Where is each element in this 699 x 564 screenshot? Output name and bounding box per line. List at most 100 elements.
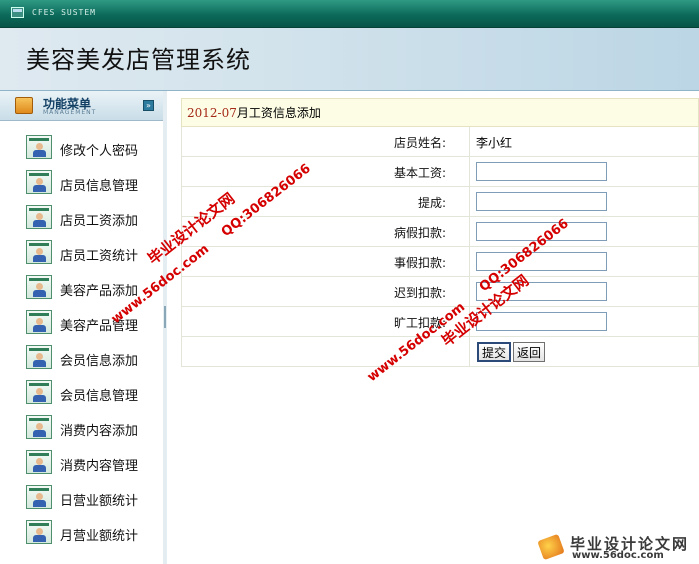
- user-face-icon: [36, 388, 43, 395]
- sidebar-item[interactable]: 会员信息管理: [0, 376, 163, 411]
- form-row-sick-leave: 病假扣款:: [182, 217, 698, 247]
- form-row-late: 迟到扣款:: [182, 277, 698, 307]
- sidebar-item[interactable]: 日营业额统计: [0, 481, 163, 516]
- field-label-sick-leave: 病假扣款:: [393, 226, 446, 240]
- user-body-icon: [33, 220, 46, 227]
- sidebar-item-label: 美容产品添加: [60, 284, 139, 299]
- user-card-icon: [26, 520, 52, 544]
- user-body-icon: [33, 465, 46, 472]
- commission-input[interactable]: [476, 192, 607, 211]
- late-deduction-input[interactable]: [476, 282, 607, 301]
- user-card-icon: [26, 135, 52, 159]
- sidebar-splitter[interactable]: [163, 91, 167, 564]
- footer-logo: 毕业设计论文网 www.56doc.com: [537, 531, 699, 564]
- user-body-icon: [33, 290, 46, 297]
- cell-divider: [469, 337, 470, 366]
- user-body-icon: [33, 325, 46, 332]
- user-card-icon: [26, 170, 52, 194]
- user-body-icon: [33, 360, 46, 367]
- user-card-icon: [26, 205, 52, 229]
- personal-leave-deduction-input[interactable]: [476, 252, 607, 271]
- user-face-icon: [36, 213, 43, 220]
- user-face-icon: [36, 458, 43, 465]
- field-label-commission: 提成:: [417, 196, 446, 210]
- user-body-icon: [33, 535, 46, 542]
- form-row-commission: 提成:: [182, 187, 698, 217]
- field-label-base-salary: 基本工资:: [393, 166, 446, 180]
- menu-subtitle: MANAGEMENT: [43, 109, 97, 116]
- cell-divider: [469, 307, 470, 336]
- sidebar-item-label: 会员信息管理: [60, 389, 139, 404]
- form-row-personal-leave: 事假扣款:: [182, 247, 698, 277]
- sidebar-item-label: 月营业额统计: [60, 529, 139, 544]
- sidebar-item-label: 消费内容管理: [60, 459, 139, 474]
- form-row-base-salary: 基本工资:: [182, 157, 698, 187]
- main-content: 2012-07月工资信息添加 店员姓名: 李小红 基本工资: 提成: 病假扣款:…: [181, 98, 699, 367]
- sidebar-item[interactable]: 消费内容管理: [0, 446, 163, 481]
- sidebar-item[interactable]: 店员工资添加: [0, 201, 163, 236]
- user-body-icon: [33, 430, 46, 437]
- sidebar-item-label: 店员工资添加: [60, 214, 139, 229]
- sidebar-item[interactable]: 消费内容添加: [0, 411, 163, 446]
- sidebar-item-label: 消费内容添加: [60, 424, 139, 439]
- user-face-icon: [36, 423, 43, 430]
- field-label-personal-leave: 事假扣款:: [393, 256, 446, 270]
- sidebar-item-label: 美容产品管理: [60, 319, 139, 334]
- sidebar-item-label: 店员信息管理: [60, 179, 139, 194]
- field-label-name: 店员姓名:: [393, 136, 446, 150]
- user-card-icon: [26, 450, 52, 474]
- cell-divider: [469, 277, 470, 306]
- form-row-name: 店员姓名: 李小红: [182, 127, 698, 157]
- menu-header[interactable]: 功能菜单 MANAGEMENT »: [0, 91, 163, 121]
- sidebar-item-label: 日营业额统计: [60, 494, 139, 509]
- cell-divider: [469, 187, 470, 216]
- app-header: 美容美发店管理系统: [0, 28, 699, 91]
- user-face-icon: [36, 318, 43, 325]
- sick-leave-deduction-input[interactable]: [476, 222, 607, 241]
- user-body-icon: [33, 185, 46, 192]
- user-face-icon: [36, 353, 43, 360]
- cell-divider: [469, 217, 470, 246]
- user-body-icon: [33, 500, 46, 507]
- window-icon: [11, 7, 24, 18]
- user-face-icon: [36, 283, 43, 290]
- user-card-icon: [26, 415, 52, 439]
- user-card-icon: [26, 275, 52, 299]
- user-face-icon: [36, 178, 43, 185]
- sidebar-item[interactable]: 美容产品添加: [0, 271, 163, 306]
- sidebar-item[interactable]: 修改个人密码: [0, 131, 163, 166]
- sidebar-item[interactable]: 店员信息管理: [0, 166, 163, 201]
- app-title: 美容美发店管理系统: [26, 46, 251, 74]
- sidebar-menu: 功能菜单 MANAGEMENT » 修改个人密码 店员信息管理 店员工资添加店员工资…: [0, 91, 164, 564]
- form-title-year: 2012-07: [187, 106, 237, 120]
- user-card-icon: [26, 310, 52, 334]
- salary-form: 店员姓名: 李小红 基本工资: 提成: 病假扣款: 事假扣款: 迟到扣款: 旷工…: [181, 127, 699, 367]
- user-card-icon: [26, 345, 52, 369]
- menu-book-icon: [15, 97, 33, 114]
- form-row-actions: 提交 返回: [182, 337, 698, 367]
- sidebar-item[interactable]: 月营业额统计: [0, 516, 163, 551]
- sidebar-item[interactable]: 店员工资统计: [0, 236, 163, 271]
- user-face-icon: [36, 493, 43, 500]
- cell-divider: [469, 127, 470, 156]
- back-button[interactable]: 返回: [513, 342, 546, 362]
- collapse-icon[interactable]: »: [143, 100, 154, 111]
- sidebar-item-label: 修改个人密码: [60, 144, 139, 159]
- user-card-icon: [26, 380, 52, 404]
- system-bar: CFES SUSTEM: [0, 0, 699, 28]
- form-row-absence: 旷工扣款:: [182, 307, 698, 337]
- system-title: CFES SUSTEM: [32, 8, 96, 17]
- submit-button[interactable]: 提交: [477, 342, 512, 362]
- absence-deduction-input[interactable]: [476, 312, 607, 331]
- user-face-icon: [36, 248, 43, 255]
- base-salary-input[interactable]: [476, 162, 607, 181]
- user-card-icon: [26, 485, 52, 509]
- sidebar-item[interactable]: 美容产品管理: [0, 306, 163, 341]
- user-body-icon: [33, 255, 46, 262]
- splitter-grip-icon[interactable]: [164, 306, 166, 328]
- user-face-icon: [36, 143, 43, 150]
- user-body-icon: [33, 395, 46, 402]
- field-label-late: 迟到扣款:: [393, 286, 446, 300]
- staff-name-value: 李小红: [476, 136, 513, 150]
- sidebar-item[interactable]: 会员信息添加: [0, 341, 163, 376]
